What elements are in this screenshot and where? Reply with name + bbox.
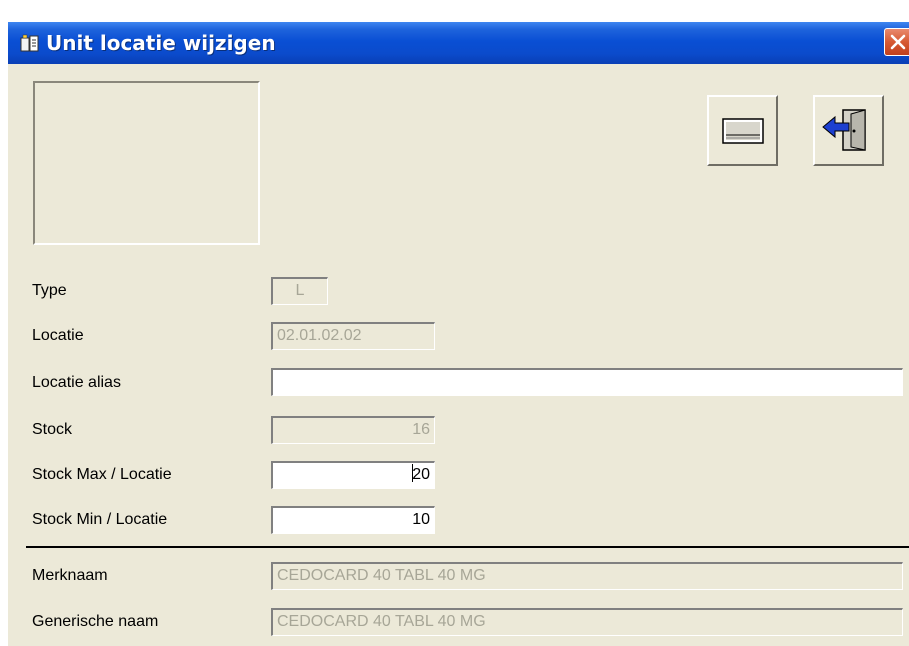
locatie-field[interactable]: 02.01.02.02 [271,322,435,350]
merknaam-field[interactable]: CEDOCARD 40 TABL 40 MG [271,562,903,590]
close-button[interactable] [884,28,909,56]
save-icon [722,118,764,144]
stock-max-input[interactable]: 20 [271,461,435,489]
exit-button[interactable] [813,95,884,166]
locatie-alias-label: Locatie alias [32,374,121,391]
save-button[interactable] [707,95,778,166]
exit-door-icon [822,109,866,151]
stock-max-value: 20 [412,466,430,483]
dialog-window: Unit locatie wijzigen Type L Locatie 02.… [8,22,909,646]
title-bar[interactable]: Unit locatie wijzigen [8,22,909,64]
locatie-alias-input[interactable] [271,368,903,396]
unit-picture-box [33,81,260,245]
stock-max-label: Stock Max / Locatie [32,466,172,483]
stock-field[interactable]: 16 [271,416,435,444]
generische-naam-label: Generische naam [32,613,159,630]
window-title: Unit locatie wijzigen [46,31,276,55]
stock-label: Stock [32,421,73,438]
generische-naam-field[interactable]: CEDOCARD 40 TABL 40 MG [271,608,903,636]
type-label: Type [32,282,67,299]
type-field[interactable]: L [271,277,328,305]
stock-min-input[interactable]: 10 [271,506,435,534]
unit-location-icon [20,33,40,53]
locatie-label: Locatie [32,327,84,344]
merknaam-label: Merknaam [32,567,108,584]
close-icon [890,34,906,50]
section-divider [26,546,909,548]
stock-min-label: Stock Min / Locatie [32,511,168,528]
